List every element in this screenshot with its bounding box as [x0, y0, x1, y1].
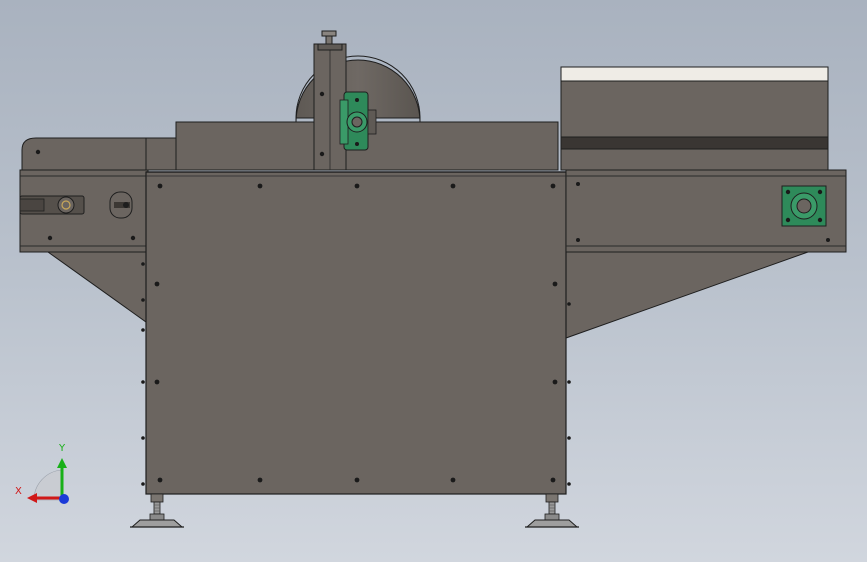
cad-viewport[interactable]: Y X — [0, 0, 867, 562]
conveyor-belt — [560, 136, 829, 150]
takeup-roller — [57, 196, 75, 214]
adjust-knob[interactable] — [321, 30, 337, 37]
left-skirt-plate — [46, 251, 147, 323]
bolt — [355, 142, 359, 146]
bolt — [123, 202, 129, 208]
left-conveyor-end-cap — [21, 137, 147, 171]
triad-y-label: Y — [59, 443, 66, 454]
right-conveyor-cover — [560, 66, 829, 82]
bolt — [826, 238, 830, 242]
triad-x-label: X — [15, 486, 22, 497]
bolt — [319, 151, 325, 157]
takeup-bar — [19, 198, 45, 212]
bolt — [35, 149, 41, 155]
conveyor-model-view[interactable] — [0, 0, 867, 562]
x-axis-head — [27, 493, 37, 503]
right-skirt-plate — [565, 251, 809, 339]
bolt — [355, 98, 359, 102]
bolt — [47, 235, 53, 241]
leveling-foot-right — [525, 493, 579, 528]
bolt — [319, 91, 325, 97]
bearing-shaft — [351, 116, 363, 128]
y-axis-head — [57, 458, 67, 468]
mast-top-block — [317, 43, 343, 51]
right-conveyor-lower — [560, 148, 829, 171]
z-axis-dot — [59, 494, 69, 504]
bolt — [576, 238, 580, 242]
triad-plane — [33, 469, 63, 501]
main-cabinet — [145, 171, 567, 495]
housing-left-step — [145, 137, 177, 171]
bolt — [130, 235, 136, 241]
coordinate-triad[interactable] — [27, 458, 69, 504]
bolt — [576, 182, 580, 186]
flange-bearing — [781, 185, 827, 227]
right-conveyor-housing — [560, 80, 829, 138]
leveling-foot-left — [130, 493, 184, 528]
shaft-collar — [367, 109, 377, 135]
